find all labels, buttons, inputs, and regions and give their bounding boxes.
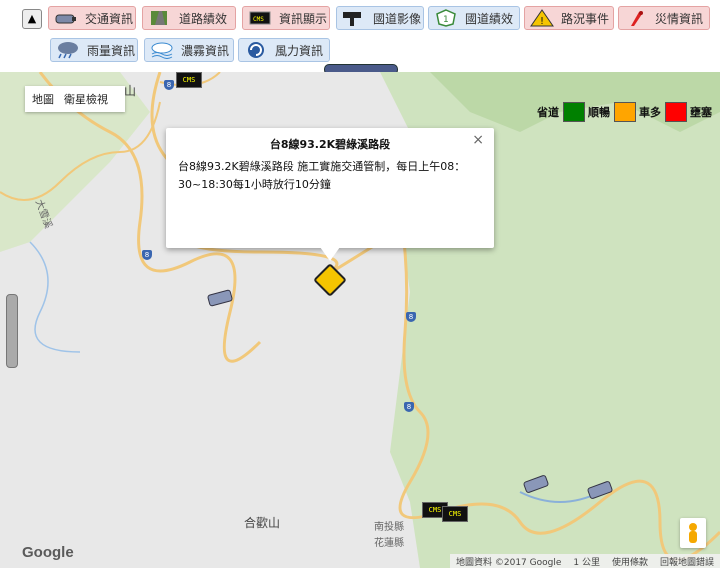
google-logo: Google	[22, 544, 74, 561]
cms-marker-icon[interactable]: CMS	[442, 506, 468, 522]
svg-text:!: !	[540, 16, 544, 27]
rain-icon	[55, 41, 81, 59]
legend-swatch-smooth	[563, 102, 585, 122]
legend-title: 省道	[537, 106, 559, 119]
map-type-map[interactable]: 地圖	[32, 93, 54, 106]
fog-icon	[149, 41, 175, 59]
popup-body-line2: 30~18:30每1小時放行10分鐘	[178, 178, 331, 191]
road-event-button[interactable]: ! 路況事件	[524, 6, 614, 30]
wind-info-button[interactable]: 風力資訊	[238, 38, 330, 62]
fog-info-button[interactable]: 濃霧資訊	[144, 38, 234, 62]
highway-image-button[interactable]: 國道影像	[336, 6, 424, 30]
map-type-control: 地圖 衛星檢視	[25, 86, 125, 112]
route-shield-icon: 8	[404, 402, 414, 412]
map-data-credit: 地圖資料 ©2017 Google	[456, 557, 562, 568]
report-error-link[interactable]: 回報地圖錯誤	[654, 555, 720, 568]
highway-performance-button[interactable]: 1 國道績效	[428, 6, 520, 30]
road-performance-button[interactable]: 道路績效	[142, 6, 236, 30]
road-icon	[147, 9, 173, 27]
legend-label-smooth: 順暢	[588, 106, 610, 119]
terms-link[interactable]: 使用條款	[606, 555, 654, 568]
wind-icon	[243, 41, 269, 59]
popup-tail	[320, 247, 340, 261]
camera-icon	[53, 9, 79, 27]
svg-text:CMS: CMS	[253, 16, 264, 23]
route-shield-icon: 8	[164, 80, 174, 90]
map-type-satellite[interactable]: 衛星檢視	[64, 93, 108, 106]
county-label-hualien: 花蓮縣	[374, 538, 404, 549]
legend-swatch-jam	[665, 102, 687, 122]
legend-label-jam: 壅塞	[690, 106, 712, 119]
county-label-nantou: 南投縣	[374, 522, 404, 533]
scale-label: 1 公里	[573, 557, 600, 568]
map[interactable]: 地圖 衛星檢視 省道 順暢 車多 壅塞 × 台8線93.2K碧綠溪路段 台8線93…	[0, 72, 720, 568]
map-footer: 地圖資料 ©2017 Google 1 公里 使用條款 回報地圖錯誤	[450, 554, 720, 568]
close-icon[interactable]: ×	[472, 132, 484, 148]
disaster-info-button[interactable]: 災情資訊	[618, 6, 710, 30]
pegman-icon[interactable]	[680, 518, 706, 548]
place-label-hehuan: 合歡山	[244, 516, 281, 530]
route-shield-icon: 8	[142, 250, 152, 260]
highway-performance-icon: 1	[433, 9, 459, 27]
cms-marker-icon[interactable]: CMS	[176, 72, 202, 88]
popup-body-line1: 台8線93.2K碧綠溪路段 施工實施交通管制，每日上午08：	[178, 160, 466, 173]
side-panel-toggle[interactable]	[6, 294, 18, 368]
popup-title: 台8線93.2K碧綠溪路段	[269, 138, 391, 151]
traffic-legend: 省道 順暢 車多 壅塞	[537, 102, 712, 122]
rain-info-button[interactable]: 雨量資訊	[50, 38, 138, 62]
legend-label-busy: 車多	[639, 106, 661, 119]
legend-swatch-busy	[614, 102, 636, 122]
route-shield-icon: 8	[406, 312, 416, 322]
cms-icon: CMS	[247, 9, 273, 27]
disaster-icon	[623, 9, 649, 27]
info-popup: × 台8線93.2K碧綠溪路段 台8線93.2K碧綠溪路段 施工實施交通管制，每…	[166, 128, 494, 248]
arrow-up-icon[interactable]: ▲	[22, 9, 42, 29]
toolbar: ▲ 交通資訊 道路績效 CMS 資訊顯示 國道影像 1 國道績效 ! 路況事件 …	[0, 0, 720, 70]
warning-icon: !	[529, 9, 555, 27]
info-display-button[interactable]: CMS 資訊顯示	[242, 6, 330, 30]
place-label-mountain: 山	[124, 84, 137, 98]
highway-camera-icon	[341, 9, 367, 27]
traffic-info-button[interactable]: 交通資訊	[48, 6, 136, 30]
svg-text:1: 1	[443, 15, 449, 25]
